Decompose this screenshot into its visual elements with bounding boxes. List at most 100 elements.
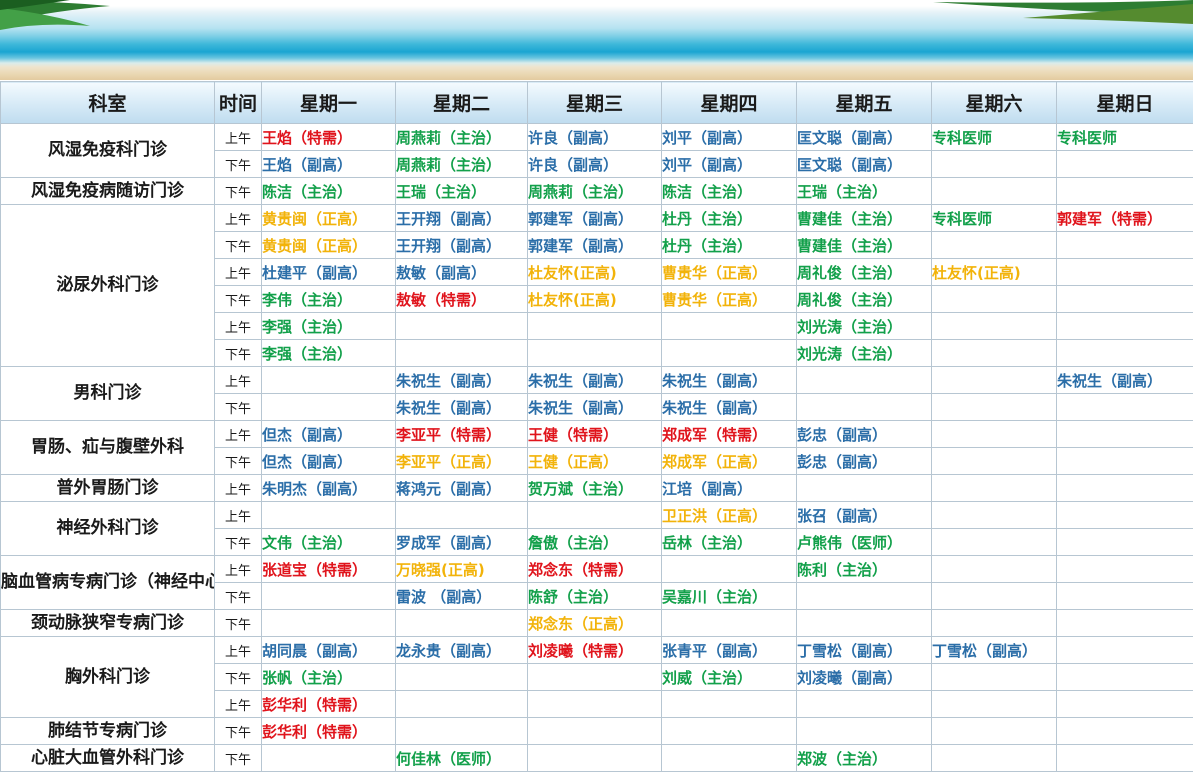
department-name: 胸外科门诊 bbox=[1, 637, 215, 718]
table-row: 风湿免疫科门诊上午王焰（特需）周燕莉（主治）许良（副高）刘平（副高）匡文聪（副高… bbox=[1, 124, 1193, 151]
palm-leaf-left-icon bbox=[0, 0, 130, 40]
time-slot: 下午 bbox=[215, 664, 262, 691]
header-time: 时间 bbox=[215, 82, 262, 124]
doctor-cell: 周燕莉（主治） bbox=[528, 178, 662, 205]
doctor-cell: 卢熊伟（医师） bbox=[797, 529, 932, 556]
doctor-cell bbox=[932, 151, 1057, 178]
doctor-cell bbox=[1057, 718, 1193, 745]
doctor-cell bbox=[932, 367, 1057, 394]
table-row: 胃肠、疝与腹壁外科上午但杰（副高）李亚平（特需）王健（特需）郑成军（特需）彭忠（… bbox=[1, 421, 1193, 448]
doctor-cell bbox=[262, 583, 396, 610]
doctor-cell: 王瑞（主治） bbox=[396, 178, 528, 205]
doctor-cell bbox=[797, 610, 932, 637]
doctor-cell: 彭忠（副高） bbox=[797, 421, 932, 448]
doctor-cell: 匡文聪（副高） bbox=[797, 124, 932, 151]
time-slot: 下午 bbox=[215, 232, 262, 259]
doctor-cell: 文伟（主治） bbox=[262, 529, 396, 556]
doctor-cell bbox=[662, 691, 797, 718]
time-slot: 下午 bbox=[215, 718, 262, 745]
doctor-cell: 龙永贵（副高） bbox=[396, 637, 528, 664]
doctor-cell bbox=[396, 340, 528, 367]
doctor-cell bbox=[396, 313, 528, 340]
doctor-cell: 黄贵闽（正高） bbox=[262, 232, 396, 259]
doctor-cell: 詹傲（主治） bbox=[528, 529, 662, 556]
time-slot: 下午 bbox=[215, 583, 262, 610]
doctor-cell: 周礼俊（主治） bbox=[797, 259, 932, 286]
doctor-cell: 专科医师 bbox=[932, 205, 1057, 232]
doctor-cell bbox=[662, 340, 797, 367]
doctor-cell bbox=[1057, 394, 1193, 421]
doctor-cell bbox=[396, 502, 528, 529]
doctor-cell: 吴嘉川（主治） bbox=[662, 583, 797, 610]
time-slot: 下午 bbox=[215, 745, 262, 772]
doctor-cell: 刘凌曦（特需） bbox=[528, 637, 662, 664]
doctor-cell bbox=[797, 475, 932, 502]
doctor-cell: 丁雪松（副高） bbox=[797, 637, 932, 664]
doctor-cell: 刘光涛（主治） bbox=[797, 340, 932, 367]
doctor-cell: 李强（主治） bbox=[262, 313, 396, 340]
time-slot: 下午 bbox=[215, 448, 262, 475]
doctor-cell bbox=[262, 502, 396, 529]
doctor-cell bbox=[797, 691, 932, 718]
doctor-cell bbox=[528, 664, 662, 691]
time-slot: 上午 bbox=[215, 313, 262, 340]
doctor-cell: 朱祝生（副高） bbox=[528, 394, 662, 421]
table-row: 泌尿外科门诊上午黄贵闽（正高）王开翔（副高）郭建军（副高）杜丹（主治）曹建佳（主… bbox=[1, 205, 1193, 232]
time-slot: 上午 bbox=[215, 124, 262, 151]
doctor-cell: 王瑞（主治） bbox=[797, 178, 932, 205]
header-sun: 星期日 bbox=[1057, 82, 1193, 124]
doctor-cell: 周礼俊（主治） bbox=[797, 286, 932, 313]
doctor-cell bbox=[932, 340, 1057, 367]
department-name: 颈动脉狭窄专病门诊 bbox=[1, 610, 215, 637]
doctor-cell bbox=[932, 394, 1057, 421]
doctor-cell: 郑念东（正高） bbox=[528, 610, 662, 637]
time-slot: 下午 bbox=[215, 340, 262, 367]
doctor-cell: 杜友怀(正高) bbox=[528, 286, 662, 313]
doctor-cell bbox=[1057, 691, 1193, 718]
header-mon: 星期一 bbox=[262, 82, 396, 124]
department-name: 神经外科门诊 bbox=[1, 502, 215, 556]
department-name: 胃肠、疝与腹壁外科 bbox=[1, 421, 215, 475]
doctor-cell: 杜丹（主治） bbox=[662, 205, 797, 232]
doctor-cell bbox=[797, 394, 932, 421]
doctor-cell bbox=[396, 718, 528, 745]
doctor-cell bbox=[1057, 529, 1193, 556]
doctor-cell: 许良（副高） bbox=[528, 151, 662, 178]
doctor-cell bbox=[528, 340, 662, 367]
doctor-cell bbox=[1057, 475, 1193, 502]
doctor-cell: 曹建佳（主治） bbox=[797, 205, 932, 232]
time-slot: 下午 bbox=[215, 394, 262, 421]
doctor-cell: 张召（副高） bbox=[797, 502, 932, 529]
doctor-cell: 黄贵闽（正高） bbox=[262, 205, 396, 232]
doctor-cell bbox=[262, 745, 396, 772]
doctor-cell bbox=[932, 475, 1057, 502]
doctor-cell: 郑成军（正高） bbox=[662, 448, 797, 475]
time-slot: 下午 bbox=[215, 529, 262, 556]
doctor-cell: 郭建军（副高） bbox=[528, 232, 662, 259]
doctor-cell bbox=[932, 421, 1057, 448]
table-row: 胸外科门诊上午胡同晨（副高）龙永贵（副高）刘凌曦（特需）张青平（副高）丁雪松（副… bbox=[1, 637, 1193, 664]
doctor-cell: 陈洁（主治） bbox=[662, 178, 797, 205]
doctor-cell: 朱祝生（副高） bbox=[662, 367, 797, 394]
doctor-cell: 朱祝生（副高） bbox=[396, 367, 528, 394]
header-fri: 星期五 bbox=[797, 82, 932, 124]
doctor-cell bbox=[662, 745, 797, 772]
time-slot: 上午 bbox=[215, 259, 262, 286]
time-slot: 上午 bbox=[215, 502, 262, 529]
doctor-cell bbox=[1057, 556, 1193, 583]
doctor-cell: 曹贵华（正高） bbox=[662, 259, 797, 286]
doctor-cell bbox=[932, 232, 1057, 259]
doctor-cell bbox=[1057, 448, 1193, 475]
doctor-cell bbox=[528, 502, 662, 529]
doctor-cell: 张帆（主治） bbox=[262, 664, 396, 691]
doctor-cell: 杜友怀(正高) bbox=[932, 259, 1057, 286]
doctor-cell bbox=[932, 529, 1057, 556]
time-slot: 下午 bbox=[215, 178, 262, 205]
doctor-cell: 贺万斌（主治） bbox=[528, 475, 662, 502]
doctor-cell bbox=[932, 178, 1057, 205]
doctor-cell bbox=[932, 691, 1057, 718]
header-sat: 星期六 bbox=[932, 82, 1057, 124]
doctor-cell bbox=[797, 367, 932, 394]
doctor-cell: 朱祝生（副高） bbox=[1057, 367, 1193, 394]
doctor-cell: 李亚平（特需） bbox=[396, 421, 528, 448]
